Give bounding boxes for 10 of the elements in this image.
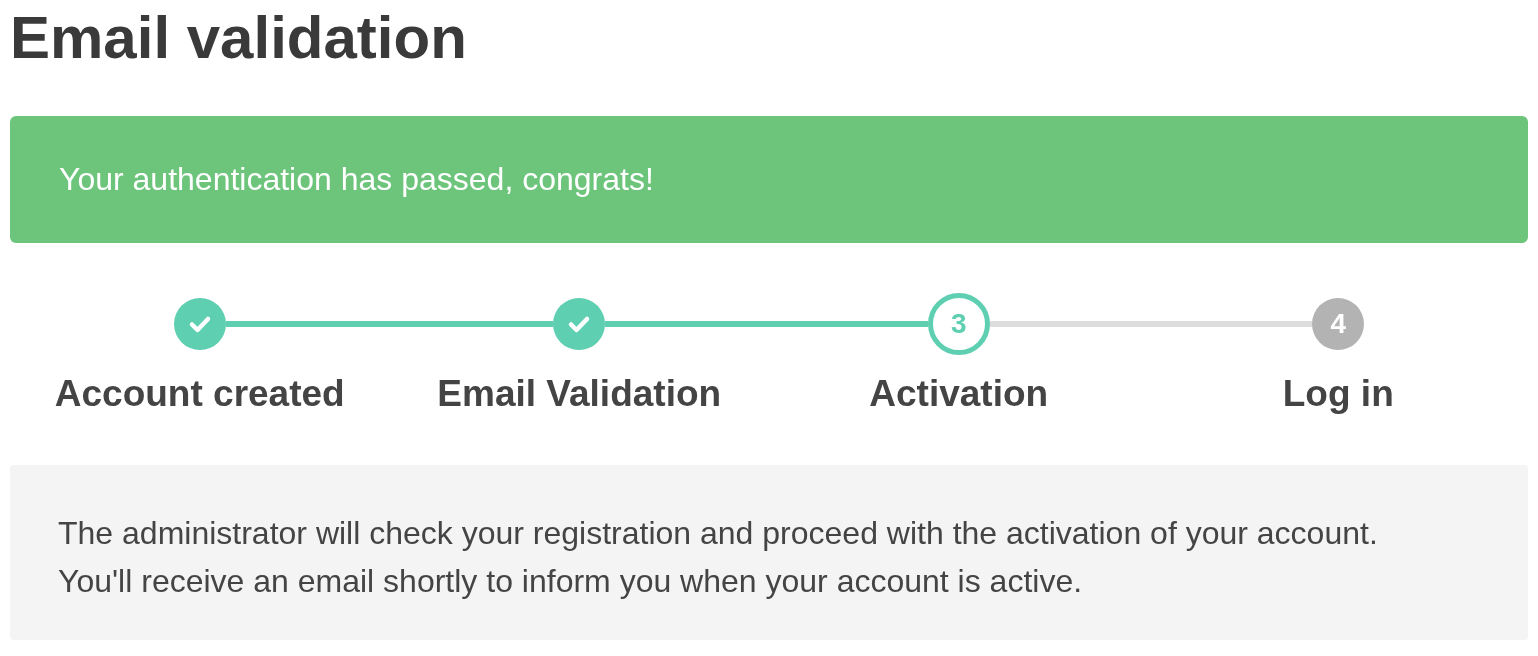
step-label: Account created [54,373,345,415]
info-text: The administrator will check your registration and proceed with the activation of your account. [58,514,1378,553]
step-label: Email Validation [437,373,722,415]
step-number: 3 [927,293,990,355]
step-label: Activation [869,373,1049,415]
page-title: Email validation [10,3,467,73]
alert-message: Your authentication has passed, congrats! [59,161,654,198]
step-number: 4 [1312,298,1365,350]
step-label: Log in [1282,373,1394,415]
info-text: You'll receive an email shortly to inform you when your account is active. [58,562,1083,601]
